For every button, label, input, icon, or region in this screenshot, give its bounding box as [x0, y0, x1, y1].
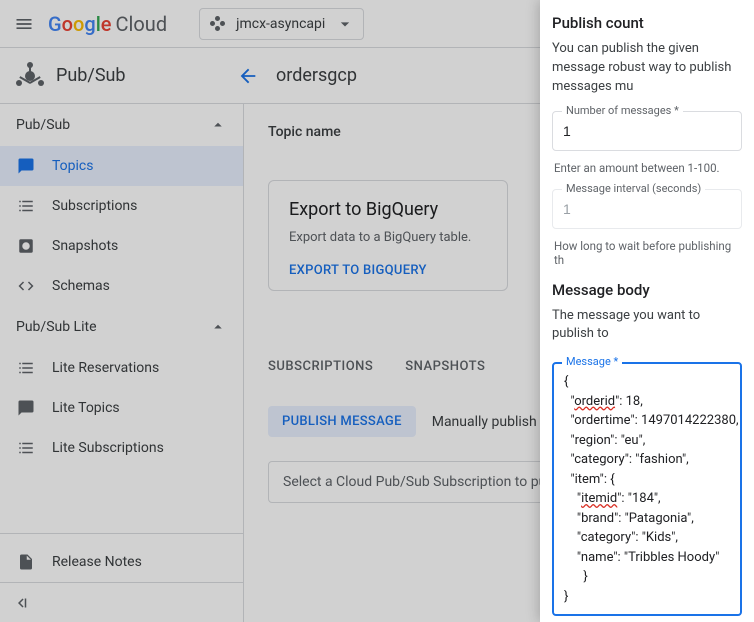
snapshot-icon [16, 236, 36, 256]
project-selector[interactable]: jmcx-asyncapi [199, 8, 364, 40]
schema-icon [16, 276, 36, 296]
export-bigquery-card: Export to BigQuery Export data to a BigQ… [268, 180, 508, 291]
chevron-up-icon [209, 318, 227, 336]
publish-count-description: You can publish the given message robust… [552, 40, 742, 97]
sidebar-item-lite-topics[interactable]: Lite Topics [0, 388, 243, 428]
publish-count-heading: Publish count [552, 14, 742, 32]
list-icon [16, 438, 36, 458]
tab-snapshots[interactable]: SNAPSHOTS [405, 351, 485, 382]
bq-card-description: Export data to a BigQuery table. [289, 230, 487, 245]
chevron-up-icon [209, 116, 227, 134]
sidebar-item-label: Snapshots [52, 238, 118, 254]
message-body-description: The message you want to publish to [552, 307, 742, 345]
chevron-down-icon [335, 14, 355, 34]
sidebar-item-topics[interactable]: Topics [0, 146, 243, 186]
message-label: Message * [562, 355, 622, 368]
tab-subscriptions[interactable]: SUBSCRIPTIONS [268, 351, 373, 382]
sidebar-item-label: Release Notes [52, 554, 142, 570]
message-textarea[interactable]: { "orderid": 18, "ordertime": 1497014222… [552, 362, 742, 616]
sidebar-item-label: Subscriptions [52, 198, 137, 214]
bq-card-title: Export to BigQuery [289, 199, 487, 220]
collapse-sidebar-button[interactable] [0, 582, 243, 622]
document-icon [16, 552, 36, 572]
message-body-heading: Message body [552, 281, 742, 299]
back-arrow-icon[interactable] [236, 64, 260, 88]
sidebar-item-label: Lite Topics [52, 400, 120, 416]
sidebar-item-label: Topics [52, 158, 93, 174]
product-title: Pub/Sub [56, 65, 236, 86]
sidebar-item-release-notes[interactable]: Release Notes [0, 542, 243, 582]
num-messages-helper: Enter an amount between 1-100. [554, 161, 742, 175]
logo-cloud-text: Cloud [116, 12, 168, 36]
sidebar-item-label: Lite Subscriptions [52, 440, 164, 456]
num-messages-input[interactable] [552, 111, 742, 151]
interval-label: Message interval (seconds) [562, 182, 705, 195]
num-messages-label: Number of messages * [562, 104, 683, 117]
google-cloud-logo[interactable]: Google Cloud [48, 12, 167, 36]
chevron-left-icon [12, 594, 30, 612]
sidebar-item-lite-reservations[interactable]: Lite Reservations [0, 348, 243, 388]
hamburger-menu-icon[interactable] [12, 12, 36, 36]
chat-icon [16, 156, 36, 176]
sidebar-item-label: Lite Reservations [52, 360, 159, 376]
sidebar-item-lite-subscriptions[interactable]: Lite Subscriptions [0, 428, 243, 468]
nav-section-pubsub[interactable]: Pub/Sub [0, 104, 243, 146]
sidebar-item-snapshots[interactable]: Snapshots [0, 226, 243, 266]
publish-side-panel: Publish count You can publish the given … [540, 0, 754, 622]
sidebar-item-schemas[interactable]: Schemas [0, 266, 243, 306]
publish-message-button[interactable]: PUBLISH MESSAGE [268, 406, 416, 437]
interval-helper: How long to wait before publishing th [554, 239, 742, 267]
list-icon [16, 196, 36, 216]
sidebar: Pub/Sub Topics Subscriptions Snapshots S… [0, 104, 244, 622]
nav-section-pubsub-lite[interactable]: Pub/Sub Lite [0, 306, 243, 348]
sidebar-item-subscriptions[interactable]: Subscriptions [0, 186, 243, 226]
sidebar-item-label: Schemas [52, 278, 110, 294]
interval-input[interactable] [552, 189, 742, 229]
project-name: jmcx-asyncapi [236, 16, 325, 32]
list-icon [16, 358, 36, 378]
export-bigquery-link[interactable]: EXPORT TO BIGQUERY [289, 263, 487, 278]
project-icon [210, 16, 226, 32]
manual-publish-text: Manually publish [432, 414, 537, 430]
pubsub-product-icon [16, 62, 44, 90]
chat-icon [16, 398, 36, 418]
